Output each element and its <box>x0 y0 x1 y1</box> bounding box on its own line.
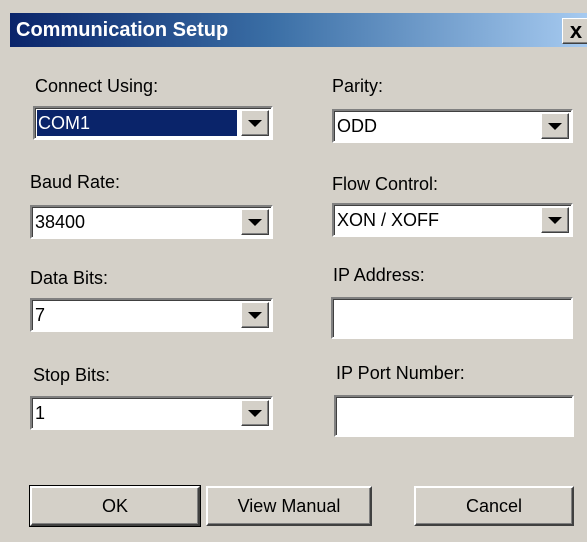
parity-select[interactable]: ODD <box>332 109 573 143</box>
chevron-down-icon <box>548 122 562 130</box>
connect-using-value: COM1 <box>38 113 91 133</box>
baud-rate-value: 38400 <box>35 212 86 232</box>
baud-rate-select[interactable]: 38400 <box>30 205 273 239</box>
stop-bits-select[interactable]: 1 <box>30 396 273 430</box>
ok-button[interactable]: OK <box>29 485 201 527</box>
chevron-down-icon <box>548 216 562 224</box>
view-manual-button[interactable]: View Manual <box>206 486 372 526</box>
chevron-down-icon <box>248 218 262 226</box>
ip-address-label: IP Address: <box>333 265 425 285</box>
title-bar[interactable]: Communication Setup x <box>10 13 587 47</box>
data-bits-value: 7 <box>35 305 46 325</box>
stop-bits-value: 1 <box>35 403 46 423</box>
flow-control-value: XON / XOFF <box>337 210 440 230</box>
close-button[interactable]: x <box>562 18 587 44</box>
parity-label: Parity: <box>332 76 384 96</box>
close-icon: x <box>569 18 583 43</box>
communication-setup-dialog: Communication Setup x Connect Using: COM… <box>0 0 587 542</box>
baud-rate-label: Baud Rate: <box>30 172 121 192</box>
data-bits-select[interactable]: 7 <box>30 298 273 332</box>
parity-value: ODD <box>337 116 377 136</box>
data-bits-label: Data Bits: <box>30 268 109 288</box>
chevron-down-icon <box>248 311 262 319</box>
ip-port-label: IP Port Number: <box>336 363 465 383</box>
cancel-button[interactable]: Cancel <box>414 486 574 526</box>
baud-rate-dropdown-button[interactable] <box>241 209 269 235</box>
parity-dropdown-button[interactable] <box>541 113 569 139</box>
connect-using-label: Connect Using: <box>35 76 159 96</box>
stop-bits-dropdown-button[interactable] <box>241 400 269 426</box>
connect-using-dropdown-button[interactable] <box>241 110 269 136</box>
window-title: Communication Setup <box>16 19 229 41</box>
chevron-down-icon <box>248 119 262 127</box>
flow-control-dropdown-button[interactable] <box>541 207 569 233</box>
chevron-down-icon <box>248 409 262 417</box>
connect-using-select[interactable]: COM1 <box>33 106 273 140</box>
flow-control-select[interactable]: XON / XOFF <box>332 203 573 237</box>
data-bits-dropdown-button[interactable] <box>241 302 269 328</box>
flow-control-label: Flow Control: <box>332 174 439 194</box>
ip-port-field[interactable] <box>334 395 574 437</box>
stop-bits-label: Stop Bits: <box>33 365 111 385</box>
ip-address-field[interactable] <box>331 297 573 339</box>
